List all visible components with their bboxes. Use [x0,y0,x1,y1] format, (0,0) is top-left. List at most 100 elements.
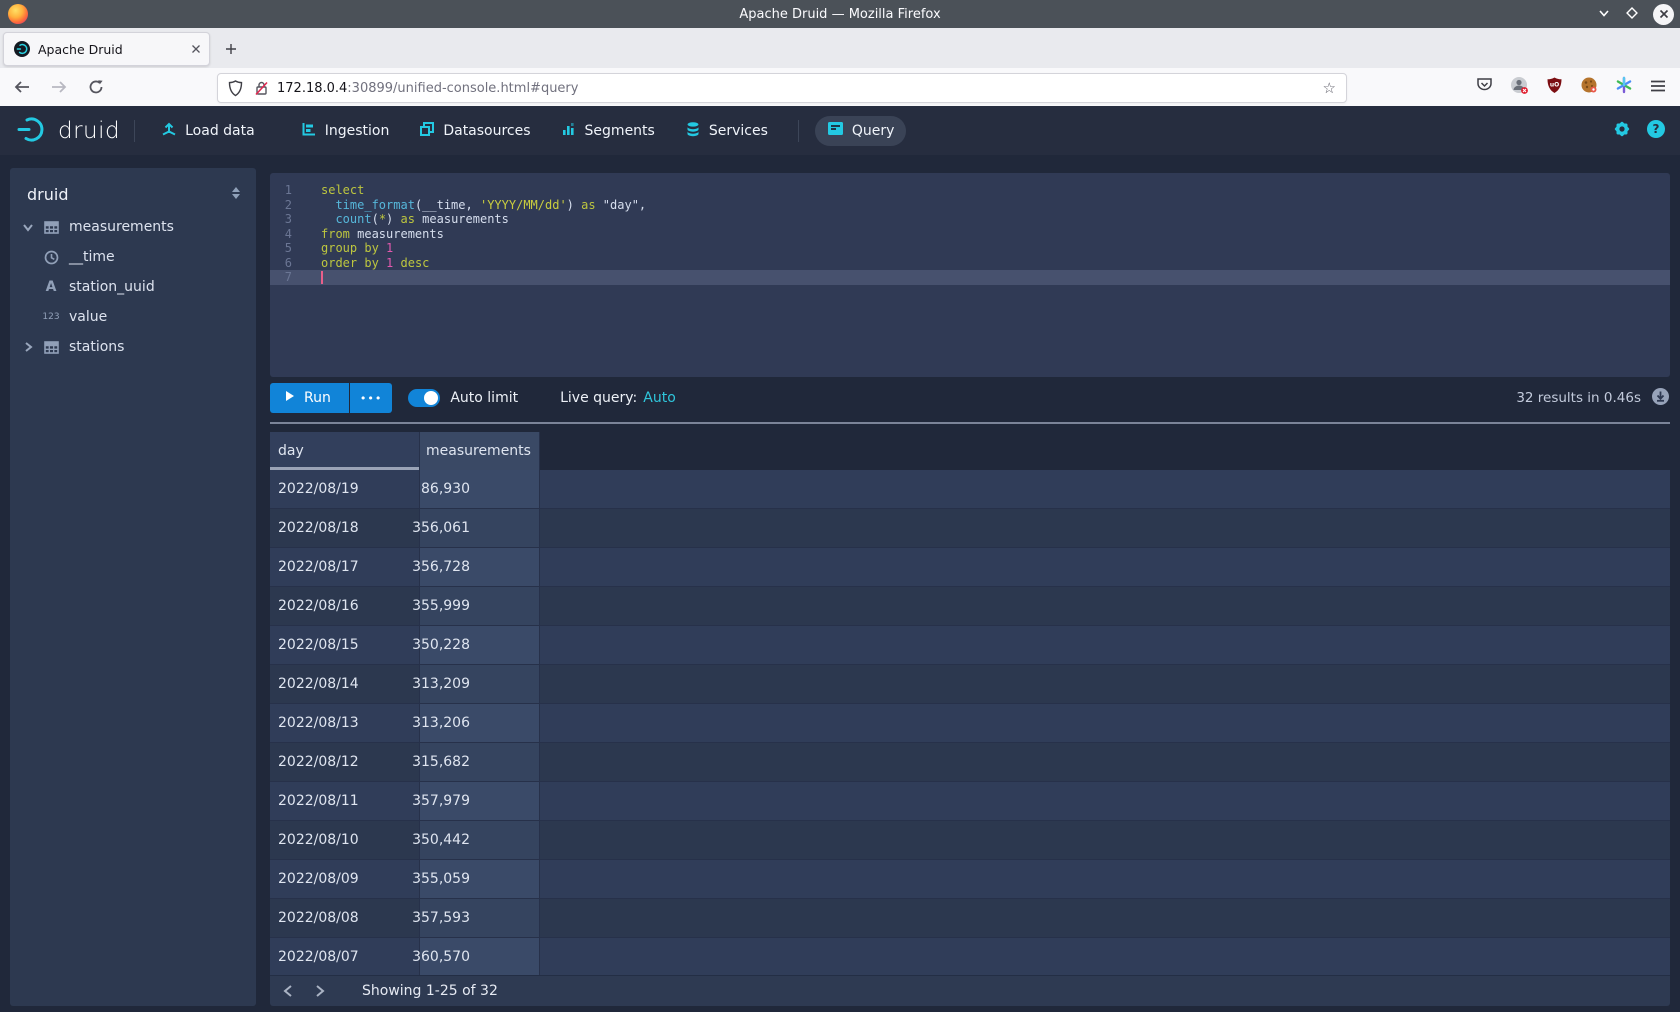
hamburger-menu-icon[interactable] [1650,78,1666,97]
next-page-button[interactable] [306,977,334,1005]
nav-datasources[interactable]: Datasources [407,116,542,146]
window-minimize-button[interactable] [1597,5,1611,24]
url-text[interactable]: 172.18.0.4:30899/unified-console.html#qu… [277,81,1323,96]
tree-item-station-uuid[interactable]: A station_uuid [10,272,256,302]
cell-measurements[interactable]: 315,682 [420,743,540,781]
tab-close-icon[interactable] [191,44,201,54]
screen: Apache Druid — Mozilla Firefox Apache Dr… [0,0,1680,1012]
cell-day[interactable]: 2022/08/16 [270,587,420,625]
sql-editor[interactable]: 1234567 select time_format(__time, 'YYYY… [270,173,1670,377]
results-table: day measurements 2022/08/1986,9302022/08… [270,432,1670,1006]
forward-button[interactable] [45,73,73,101]
header-divider [134,120,135,142]
shield-icon[interactable] [228,80,243,97]
back-button[interactable] [8,73,36,101]
chevron-right-icon[interactable] [20,341,36,353]
line-number: 6 [270,256,300,271]
chevron-down-icon[interactable] [20,221,36,233]
code-line: from measurements [321,227,1670,242]
run-button[interactable]: Run [270,383,349,413]
tree-item-measurements[interactable]: measurements [10,212,256,242]
column-header-measurements[interactable]: measurements [420,432,540,470]
pagination-label: Showing 1-25 of 32 [362,983,498,999]
live-query-value[interactable]: Auto [643,390,676,406]
cell-measurements[interactable]: 350,442 [420,821,540,859]
cell-day[interactable]: 2022/08/15 [270,626,420,664]
tree-item-value[interactable]: 123 value [10,302,256,332]
cell-measurements[interactable]: 355,059 [420,860,540,898]
nav-segments[interactable]: Segments [549,116,667,146]
nav-ingestion[interactable]: Ingestion [289,116,402,146]
line-number: 5 [270,241,300,256]
url-bar[interactable]: 172.18.0.4:30899/unified-console.html#qu… [217,73,1347,103]
column-header-label: measurements [426,443,531,459]
download-results-icon[interactable] [1651,387,1670,410]
nav-query[interactable]: Query [815,116,907,146]
window-close-button[interactable] [1653,4,1674,25]
nav-load-data[interactable]: Load data [149,116,267,146]
cell-day[interactable]: 2022/08/10 [270,821,420,859]
lock-insecure-icon[interactable] [254,80,269,97]
row-filler [540,899,1670,937]
cell-measurements[interactable]: 350,228 [420,626,540,664]
extension-account-icon[interactable] [1510,76,1529,99]
cookie-extension-icon[interactable] [1580,76,1598,98]
cell-day[interactable]: 2022/08/14 [270,665,420,703]
cell-day[interactable]: 2022/08/12 [270,743,420,781]
cell-measurements[interactable]: 355,999 [420,587,540,625]
cell-day[interactable]: 2022/08/19 [270,470,420,508]
nav-services[interactable]: Services [673,116,780,146]
tree-item-stations[interactable]: stations [10,332,256,362]
reload-button[interactable] [82,73,110,101]
auto-limit-toggle[interactable] [408,389,440,407]
pane-splitter[interactable] [270,422,1670,424]
cell-day[interactable]: 2022/08/09 [270,860,420,898]
new-tab-button[interactable] [218,36,244,62]
schema-selector[interactable]: druid [27,185,68,204]
double-caret-sort-icon[interactable] [230,185,242,204]
cell-measurements[interactable]: 313,209 [420,665,540,703]
nav-label: Segments [585,123,655,139]
line-number: 3 [270,212,300,227]
window-title: Apache Druid — Mozilla Firefox [0,7,1680,22]
ublock-origin-icon[interactable]: uO [1546,77,1563,98]
row-filler [540,626,1670,664]
druid-brand[interactable]: druid [16,114,120,148]
cell-measurements[interactable]: 357,979 [420,782,540,820]
bookmark-star-icon[interactable]: ☆ [1323,79,1336,97]
tab-title: Apache Druid [38,42,191,57]
nav-label: Ingestion [325,123,390,139]
cell-measurements[interactable]: 86,930 [420,470,540,508]
pocket-icon[interactable] [1476,77,1493,97]
cell-day[interactable]: 2022/08/17 [270,548,420,586]
column-header-day[interactable]: day [270,432,420,470]
run-more-button[interactable]: ••• [350,383,392,413]
cell-day[interactable]: 2022/08/07 [270,938,420,976]
cell-measurements[interactable]: 356,061 [420,509,540,547]
editor-gutter: 1234567 [270,183,300,285]
cell-measurements[interactable]: 360,570 [420,938,540,976]
table-row: 2022/08/15350,228 [270,626,1670,665]
row-filler [540,587,1670,625]
row-filler [540,821,1670,859]
cell-day[interactable]: 2022/08/11 [270,782,420,820]
tree-item-time[interactable]: __time [10,242,256,272]
nav-label: Load data [185,123,255,139]
settings-gear-icon[interactable] [1612,119,1632,143]
column-header-label: day [278,443,304,459]
cell-day[interactable]: 2022/08/08 [270,899,420,937]
cell-day[interactable]: 2022/08/13 [270,704,420,742]
tab-favicon [14,41,30,57]
code-line: select [321,183,1670,198]
cell-measurements[interactable]: 313,206 [420,704,540,742]
previous-page-button[interactable] [274,977,302,1005]
help-icon[interactable]: ? [1646,119,1666,143]
cell-measurements[interactable]: 356,728 [420,548,540,586]
text-cursor [321,271,323,284]
cell-day[interactable]: 2022/08/18 [270,509,420,547]
browser-tab[interactable]: Apache Druid [3,32,210,66]
window-maximize-button[interactable] [1625,5,1639,24]
cell-measurements[interactable]: 357,593 [420,899,540,937]
table-row: 2022/08/13313,206 [270,704,1670,743]
colorful-asterisk-extension-icon[interactable] [1615,76,1633,98]
